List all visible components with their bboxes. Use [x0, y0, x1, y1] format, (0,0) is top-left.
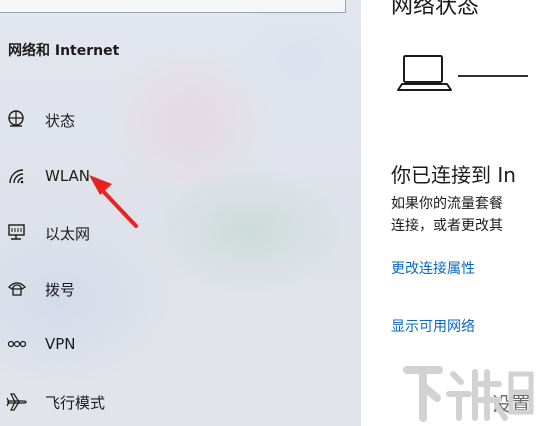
sidebar-item-label: 状态 [45, 112, 76, 130]
search-box-edge[interactable] [0, 0, 346, 13]
sidebar-item-status[interactable]: 状态 [0, 101, 361, 137]
sidebar-section-title: 网络和 Internet [8, 43, 120, 59]
description-line: 连接，或者更改其 [391, 218, 503, 234]
dialup-icon [6, 278, 28, 298]
sidebar-item-label: 以太网 [45, 225, 91, 243]
sidebar-item-label: 飞行模式 [45, 394, 106, 412]
sidebar-item-dialup[interactable]: 拨号 [0, 270, 361, 306]
connection-status-heading: 你已连接到 In [391, 163, 516, 187]
sidebar-item-wlan[interactable]: WLAN [0, 158, 361, 194]
watermark-logo [389, 360, 537, 426]
page-title: 网络状态 [391, 0, 480, 19]
change-connection-properties-link[interactable]: 更改连接属性 [391, 258, 475, 278]
sidebar-item-ethernet[interactable]: 以太网 [0, 214, 361, 250]
sidebar-item-label: 拨号 [45, 281, 76, 299]
ethernet-icon [6, 222, 28, 242]
sidebar-item-airplane-mode[interactable]: 飞行模式 [0, 383, 361, 419]
status-globe-icon [6, 109, 28, 129]
sidebar-item-label: VPN [45, 335, 76, 353]
sidebar: 网络和 Internet 状态 WLAN 以太网 拨号 VPN 飞行模式 [0, 0, 361, 426]
connection-line [458, 75, 528, 77]
airplane-icon [6, 391, 28, 411]
sidebar-item-label: WLAN [45, 167, 91, 185]
laptop-icon [397, 55, 452, 91]
description-line: 如果你的流量套餐 [391, 196, 503, 212]
show-available-networks-link[interactable]: 显示可用网络 [391, 316, 475, 336]
vpn-icon [6, 334, 28, 354]
wifi-icon [6, 166, 28, 186]
connection-status-description: 如果你的流量套餐 连接，或者更改其 [391, 193, 537, 237]
sidebar-item-vpn[interactable]: VPN [0, 326, 361, 362]
